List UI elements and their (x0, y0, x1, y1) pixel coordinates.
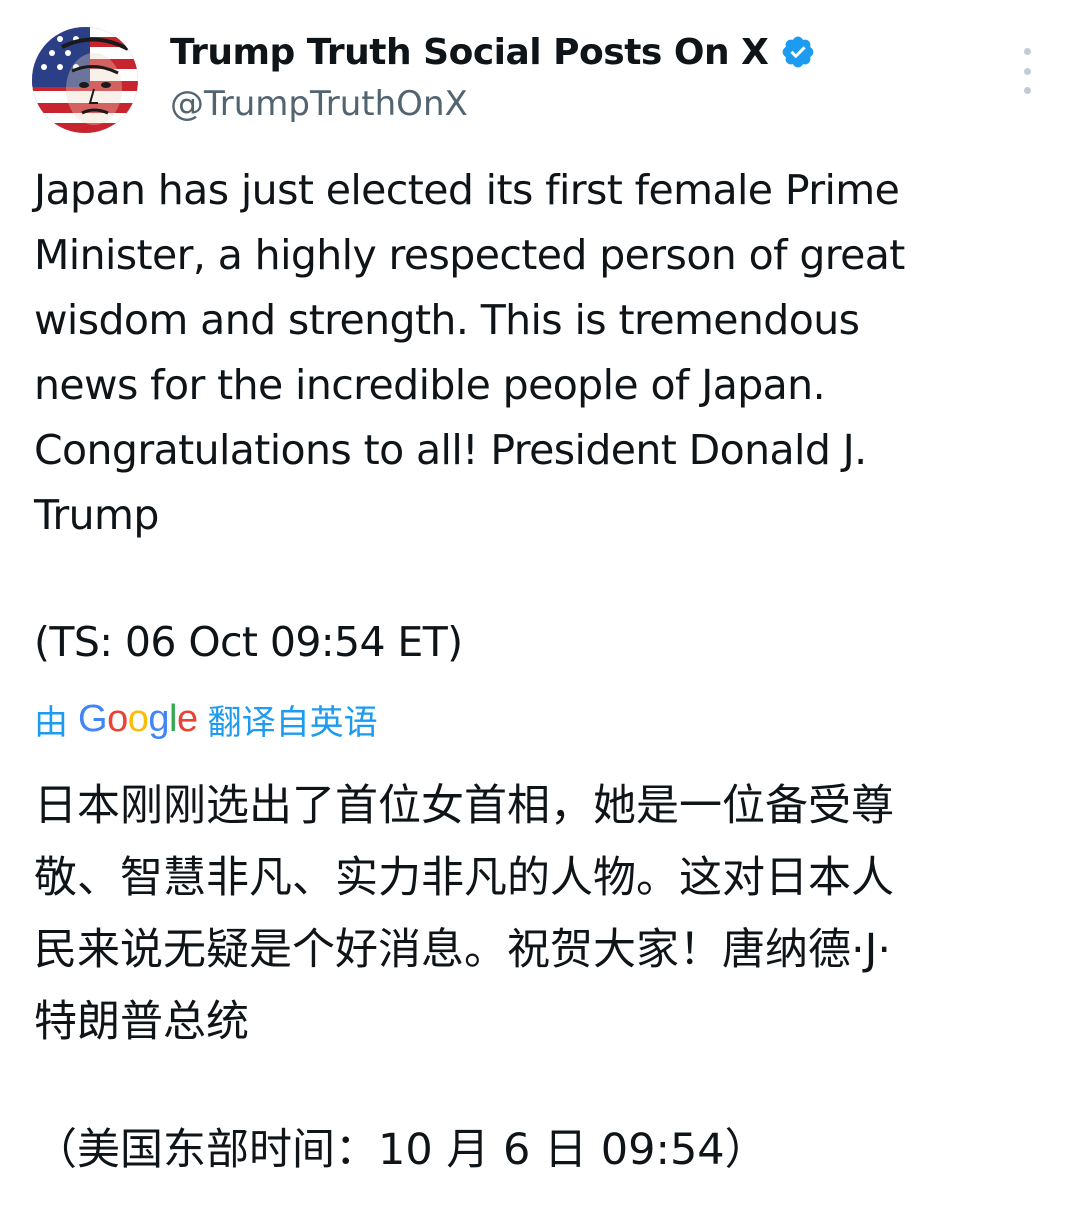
translated-text-line: 民来说无疑是个好消息。祝贺大家！唐纳德·J· (34, 925, 892, 975)
more-dot (1023, 87, 1031, 94)
translated-by-google-link[interactable]: 由 Google 翻译自英语 (34, 694, 378, 744)
translated-text-line: 特朗普总统 (34, 997, 249, 1047)
more-dot (1023, 67, 1031, 75)
post-text: Japan has just elected its first female … (34, 158, 1054, 548)
avatar-image (32, 27, 138, 133)
translation-suffix: 翻译自英语 (207, 702, 378, 743)
translated-text-line: 敬、智慧非凡、实力非凡的人物。这对日本人 (34, 853, 894, 903)
translation-prefix: 由 (34, 702, 68, 743)
name-row: Trump Truth Social Posts On X (170, 26, 816, 78)
post-card: Trump Truth Social Posts On X @TrumpTrut… (0, 0, 1080, 1211)
post-text-line: wisdom and strength. This is tremendous (34, 296, 860, 344)
user-handle[interactable]: @TrumpTruthOnX (170, 84, 816, 124)
post-timestamp: (TS: 06 Oct 09:54 ET) (34, 618, 463, 666)
translated-text-line: 日本刚刚选出了首位女首相，她是一位备受尊 (34, 781, 894, 831)
translated-timestamp: （美国东部时间：10 月 6 日 09:54） (34, 1125, 768, 1175)
post-text-line: Minister, a highly respected person of g… (34, 231, 905, 279)
more-dot (1023, 48, 1031, 55)
display-name[interactable]: Trump Truth Social Posts On X (170, 32, 769, 73)
translated-text: 日本刚刚选出了首位女首相，她是一位备受尊 敬、智慧非凡、实力非凡的人物。这对日本… (34, 770, 1044, 1058)
google-logo: Google (78, 697, 198, 740)
post-text-line: news for the incredible people of Japan. (34, 361, 826, 409)
verified-badge-icon[interactable] (780, 34, 816, 70)
post-text-line: Trump (34, 491, 159, 539)
post-text-line: Japan has just elected its first female … (34, 166, 900, 214)
avatar[interactable] (32, 27, 138, 133)
more-options-icon[interactable] (1012, 48, 1042, 94)
post-text-line: Congratulations to all! President Donald… (34, 426, 867, 474)
post-header: Trump Truth Social Posts On X @TrumpTrut… (170, 26, 816, 124)
